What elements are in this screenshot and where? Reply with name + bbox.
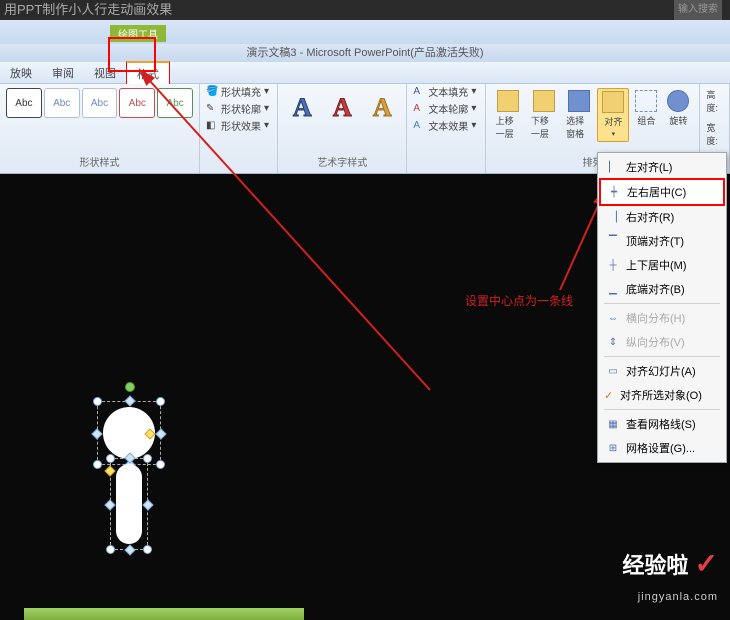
shape-style-5[interactable]: Abc [157,88,193,118]
menu-align-to-slide[interactable]: ▭对齐幻灯片(A) [600,359,724,383]
shape-effects-button[interactable]: ◧形状效果 ▾ [206,118,271,133]
adjust-handle[interactable] [104,465,115,476]
text-effects-icon: A [413,120,425,132]
text-effects-button[interactable]: A文本效果 ▾ [413,118,478,133]
resize-handle[interactable] [143,545,152,554]
resize-handle[interactable] [156,397,165,406]
watermark: 经验啦 ✓ jingyanla.com [622,547,718,606]
wordart-gallery[interactable]: A A A [284,88,400,128]
resize-handle[interactable] [142,499,153,510]
group-icon [635,90,657,112]
distribute-h-icon: ⇔ [606,311,620,325]
tab-slideshow[interactable]: 放映 [0,62,42,84]
slide-strip [24,608,304,620]
text-fill-button[interactable]: A文本填充 ▾ [413,84,478,99]
menu-distribute-h: ⇔横向分布(H) [600,306,724,330]
menu-align-center[interactable]: ┿左右居中(C) [599,178,725,206]
check-icon: ✓ [695,548,718,579]
menu-align-top[interactable]: ▔顶端对齐(T) [600,229,724,253]
menu-separator [604,356,720,357]
align-left-icon: ▏ [606,160,620,174]
resize-handle[interactable] [143,454,152,463]
tab-review[interactable]: 审阅 [42,62,84,84]
pen-icon: ✎ [206,103,218,115]
resize-handle[interactable] [106,454,115,463]
watermark-brand: 经验啦 [622,553,688,578]
page-title: 用PPT制作小人行走动画效果 [4,0,172,20]
resize-handle[interactable] [93,397,102,406]
menu-separator [604,303,720,304]
rotation-handle[interactable] [125,382,135,392]
send-backward-icon [533,90,555,112]
send-backward-button[interactable]: 下移一层 [527,88,560,142]
align-button[interactable]: 对齐▾ [597,88,629,142]
rotate-button[interactable]: 旋转 [663,88,693,142]
menu-align-right[interactable]: ▕右对齐(R) [600,205,724,229]
annotation-highlight-format [108,37,156,72]
slide-icon: ▭ [606,364,620,378]
watermark-url: jingyanla.com [638,591,718,603]
resize-handle[interactable] [106,545,115,554]
annotation-text: 设置中心点为一条线 [465,292,573,309]
resize-handle[interactable] [93,460,102,469]
text-outline-button[interactable]: A文本轮廓 ▾ [413,101,478,116]
align-right-icon: ▕ [606,210,620,224]
resize-handle[interactable] [104,499,115,510]
text-outline-icon: A [413,103,425,115]
menu-align-left[interactable]: ▏左对齐(L) [600,155,724,179]
rotate-icon [667,90,689,112]
resize-handle[interactable] [124,395,135,406]
bring-forward-button[interactable]: 上移一层 [492,88,525,142]
shape-style-gallery[interactable]: Abc Abc Abc Abc Abc [6,88,193,118]
menu-separator [604,409,720,410]
shape-fill-button[interactable]: 🪣形状填充 ▾ [206,84,271,99]
menu-align-bottom[interactable]: ▁底端对齐(B) [600,277,724,301]
text-fill-icon: A [413,86,425,98]
menu-view-gridlines[interactable]: ▦查看网格线(S) [600,412,724,436]
align-top-icon: ▔ [606,234,620,248]
align-dropdown-menu: ▏左对齐(L) ┿左右居中(C) ▕右对齐(R) ▔顶端对齐(T) ┼上下居中(… [597,152,727,463]
wordart-style-3[interactable]: A [364,88,400,128]
selection-body [110,458,148,550]
grid-icon: ▦ [606,417,620,431]
height-label: 高度: [706,88,723,114]
shape-style-1[interactable]: Abc [6,88,42,118]
wordart-style-1[interactable]: A [284,88,320,128]
menu-distribute-v: ⇕纵向分布(V) [600,330,724,354]
group-label-wordart: 艺术字样式 [284,154,400,169]
distribute-v-icon: ⇕ [606,335,620,349]
menu-align-middle[interactable]: ┼上下居中(M) [600,253,724,277]
group-label-shapes: 形状样式 [6,154,193,169]
adjust-handle[interactable] [144,428,155,439]
resize-handle[interactable] [156,460,165,469]
search-badge[interactable]: 输入搜索 [674,0,722,20]
align-icon [602,91,624,113]
shape-style-4[interactable]: Abc [119,88,155,118]
width-label: 宽度: [706,121,723,147]
bucket-icon: 🪣 [206,86,218,98]
shape-outline-button[interactable]: ✎形状轮廓 ▾ [206,101,271,116]
effects-icon: ◧ [206,120,218,132]
align-bottom-icon: ▁ [606,282,620,296]
menu-align-selected[interactable]: ✓对齐所选对象(O) [600,383,724,407]
resize-handle[interactable] [155,428,166,439]
group-button[interactable]: 组合 [631,88,661,142]
shape-style-2[interactable]: Abc [44,88,80,118]
selection-pane-button[interactable]: 选择窗格 [562,88,595,142]
resize-handle[interactable] [124,544,135,555]
bring-forward-icon [497,90,519,112]
align-middle-icon: ┼ [606,258,620,272]
align-center-icon: ┿ [607,185,621,199]
check-icon: ✓ [604,389,613,402]
selection-pane-icon [568,90,590,112]
menu-grid-settings[interactable]: ⊞网格设置(G)... [600,436,724,460]
page-header: 用PPT制作小人行走动画效果 输入搜索 [0,0,730,20]
settings-icon: ⊞ [606,441,620,455]
wordart-style-2[interactable]: A [324,88,360,128]
shape-style-3[interactable]: Abc [82,88,118,118]
resize-handle[interactable] [91,428,102,439]
